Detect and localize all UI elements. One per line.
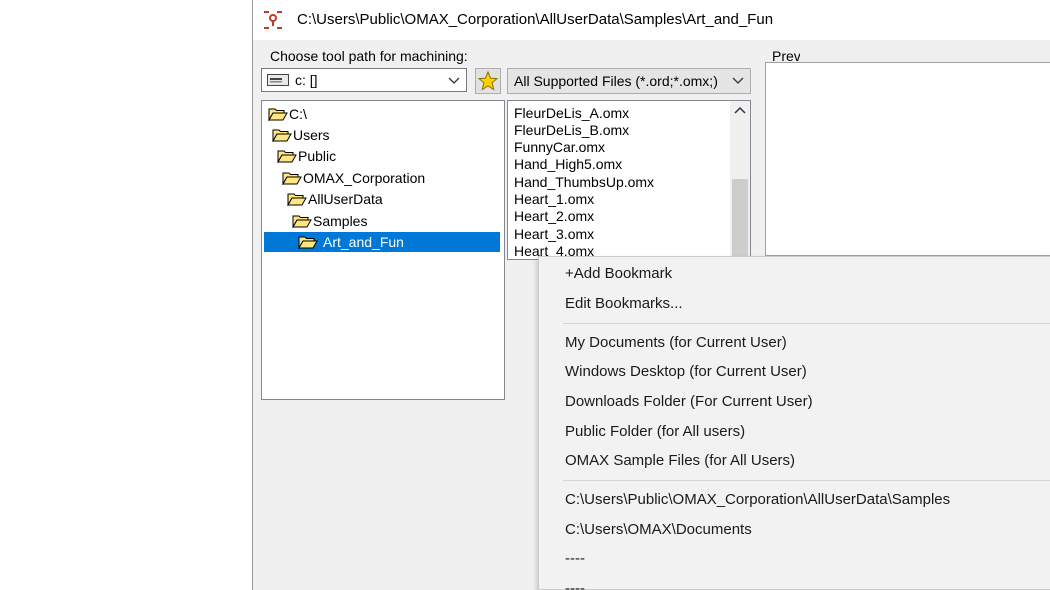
star-icon	[478, 71, 498, 91]
menu-item-omax-sample-files[interactable]: OMAX Sample Files (for All Users)	[565, 449, 795, 473]
file-list[interactable]: FleurDeLis_A.omx FleurDeLis_B.omx FunnyC…	[507, 100, 751, 260]
menu-item-recent-documents-path[interactable]: C:\Users\OMAX\Documents	[565, 518, 752, 542]
file-list-item[interactable]: Heart_2.omx	[514, 208, 594, 225]
tree-item-label: Samples	[313, 213, 368, 229]
bookmarks-context-menu: +Add Bookmark Edit Bookmarks... My Docum…	[538, 256, 1050, 590]
file-list-item[interactable]: Heart_1.omx	[514, 191, 594, 208]
file-list-scrollbar[interactable]	[730, 101, 750, 259]
file-list-item[interactable]: FleurDeLis_B.omx	[514, 122, 629, 139]
file-list-item[interactable]: FunnyCar.omx	[514, 139, 605, 156]
drive-icon	[267, 74, 289, 86]
tree-item-label: Art_and_Fun	[323, 234, 404, 250]
menu-item-empty-slot[interactable]: ----	[565, 577, 585, 590]
file-list-item[interactable]: FleurDeLis_A.omx	[514, 105, 629, 122]
file-list-item[interactable]: Heart_3.omx	[514, 226, 594, 243]
drive-select[interactable]: c: []	[261, 68, 467, 92]
file-type-filter-value: All Supported Files (*.ord;*.omx;)	[514, 73, 718, 89]
file-list-item[interactable]: Hand_High5.omx	[514, 156, 622, 173]
omax-app-icon	[264, 11, 282, 29]
title-bar: C:\Users\Public\OMAX_Corporation\AllUser…	[253, 0, 1050, 40]
open-folder-icon	[272, 129, 292, 142]
tree-item-label: OMAX_Corporation	[303, 170, 426, 186]
drive-value: c: []	[295, 72, 318, 88]
menu-item-public-folder[interactable]: Public Folder (for All users)	[565, 420, 745, 444]
tree-item-label: Public	[298, 148, 337, 164]
bookmarks-button[interactable]	[475, 68, 501, 94]
file-list-item[interactable]: Hand_ThumbsUp.omx	[514, 174, 654, 191]
folder-tree[interactable]: C:\ Users Public OMAX_Corporation AllUse…	[261, 100, 505, 400]
menu-separator	[563, 480, 1050, 481]
preview-pane	[765, 62, 1050, 256]
menu-item-windows-desktop[interactable]: Windows Desktop (for Current User)	[565, 360, 807, 384]
tree-item-label: AllUserData	[308, 191, 383, 207]
scroll-up-arrow-icon[interactable]	[730, 101, 750, 121]
open-folder-icon	[298, 236, 318, 249]
choose-toolpath-label: Choose tool path for machining:	[270, 48, 468, 64]
menu-item-my-documents[interactable]: My Documents (for Current User)	[565, 331, 787, 355]
menu-item-recent-samples-path[interactable]: C:\Users\Public\OMAX_Corporation\AllUser…	[565, 488, 950, 512]
open-folder-icon	[282, 172, 302, 185]
open-folder-icon	[292, 215, 312, 228]
chevron-down-icon	[448, 77, 460, 84]
open-folder-icon	[287, 193, 307, 206]
file-type-filter-select[interactable]: All Supported Files (*.ord;*.omx;)	[507, 68, 751, 94]
menu-separator	[563, 323, 1050, 324]
menu-item-add-bookmark[interactable]: +Add Bookmark	[565, 262, 672, 286]
file-chooser-dialog: C:\Users\Public\OMAX_Corporation\AllUser…	[252, 0, 1050, 590]
window-title: C:\Users\Public\OMAX_Corporation\AllUser…	[297, 11, 774, 28]
menu-item-downloads-folder[interactable]: Downloads Folder (For Current User)	[565, 390, 813, 414]
scrollbar-thumb[interactable]	[732, 179, 748, 259]
tree-item-art-and-fun[interactable]: Art_and_Fun	[264, 232, 500, 252]
menu-item-empty-slot[interactable]: ----	[565, 547, 585, 571]
tree-item-label: Users	[293, 127, 330, 143]
menu-item-edit-bookmarks[interactable]: Edit Bookmarks...	[565, 292, 683, 316]
chevron-down-icon	[732, 77, 744, 84]
open-folder-icon	[277, 150, 297, 163]
open-folder-icon	[268, 108, 288, 121]
tree-item-label: C:\	[289, 106, 307, 122]
